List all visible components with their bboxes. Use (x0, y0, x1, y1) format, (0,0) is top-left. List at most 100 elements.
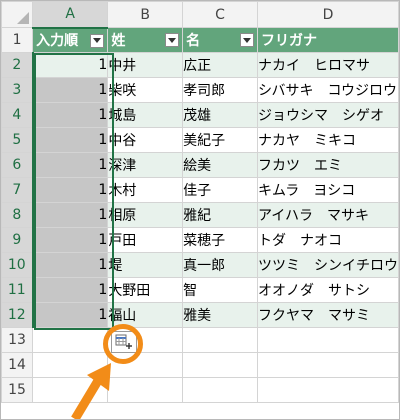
empty-cell[interactable] (182, 352, 258, 378)
row-header-7[interactable]: 7 (1, 177, 34, 203)
cell-order[interactable]: 1 (32, 77, 109, 103)
circle-highlight (103, 324, 143, 364)
cell-first-name[interactable]: 真一郎 (182, 252, 258, 278)
cell-furigana[interactable]: ナカイ ヒロマサ (256, 52, 399, 78)
row-header-15[interactable]: 15 (1, 377, 34, 403)
cell-first-name[interactable]: 雅紀 (182, 202, 258, 228)
cell-furigana[interactable]: ツツミ シンイチロウ (256, 252, 399, 278)
row-header-4[interactable]: 4 (1, 102, 34, 128)
table-header-last-name[interactable]: 姓 (107, 27, 184, 53)
table-header-first-name-label: 名 (186, 33, 201, 49)
row-header-3[interactable]: 3 (1, 77, 34, 103)
cell-last-name[interactable]: 中井 (107, 52, 184, 78)
cell-last-name[interactable]: 堤 (107, 252, 184, 278)
filter-dropdown-icon[interactable] (165, 33, 180, 47)
cell-furigana[interactable]: ジョウシマ シゲオ (256, 102, 399, 128)
cell-first-name[interactable]: 孝司郎 (182, 77, 258, 103)
empty-row: 14 (1, 352, 399, 378)
table-row: 12 1 福山 雅美 フクヤマ マサミ (1, 302, 399, 328)
cell-last-name[interactable]: 相原 (107, 202, 184, 228)
cell-order[interactable]: 1 (32, 202, 109, 228)
table-row: 5 1 中谷 美紀子 ナカヤ ミキコ (1, 127, 399, 153)
cell-first-name[interactable]: 広正 (182, 52, 258, 78)
cell-order[interactable]: 1 (32, 127, 109, 153)
cell-furigana[interactable]: フクヤマ マサミ (256, 302, 399, 328)
empty-cell[interactable] (32, 327, 109, 353)
cell-furigana[interactable]: トダ ナオコ (256, 227, 399, 253)
cell-last-name[interactable]: 柴咲 (107, 77, 184, 103)
filter-dropdown-icon[interactable] (90, 33, 105, 48)
cell-furigana[interactable]: ナカヤ ミキコ (256, 127, 399, 153)
empty-cell[interactable] (256, 377, 399, 403)
row-header-9[interactable]: 9 (1, 227, 34, 253)
cell-last-name[interactable]: 戸田 (107, 227, 184, 253)
table-row: 8 1 相原 雅紀 アイハラ マサキ (1, 202, 399, 228)
cell-first-name[interactable]: 雅美 (182, 302, 258, 328)
cell-last-name[interactable]: 大野田 (107, 277, 184, 303)
table-row: 4 1 城島 茂雄 ジョウシマ シゲオ (1, 102, 399, 128)
cell-first-name[interactable]: 佳子 (182, 177, 258, 203)
cell-first-name[interactable]: 美紀子 (182, 127, 258, 153)
cell-first-name[interactable]: 絵美 (182, 152, 258, 178)
cell-first-name[interactable]: 菜穂子 (182, 227, 258, 253)
row-header-1[interactable]: 1 (1, 27, 34, 53)
table-header-furigana-label: フリガナ (260, 33, 317, 49)
cell-order[interactable]: 1 (32, 177, 109, 203)
cell-furigana[interactable]: シバサキ コウジロウ (256, 77, 399, 103)
table-row: 9 1 戸田 菜穂子 トダ ナオコ (1, 227, 399, 253)
cell-order[interactable]: 1 (32, 302, 109, 328)
cell-order[interactable]: 1 (32, 277, 109, 303)
empty-cell[interactable] (256, 327, 399, 353)
table-header-order[interactable]: 入力順 (32, 27, 109, 53)
cell-last-name[interactable]: 深津 (107, 152, 184, 178)
spreadsheet-grid: A B C D 1 入力順 姓 名 フリガナ 2 1 中井 広正 ナカイ ヒロマ… (1, 1, 399, 403)
cell-last-name[interactable]: 中谷 (107, 127, 184, 153)
column-header-d[interactable]: D (256, 1, 399, 28)
filter-dropdown-icon[interactable] (239, 33, 254, 47)
column-header-a[interactable]: A (32, 1, 109, 29)
empty-row: 15 (1, 377, 399, 403)
cell-order[interactable]: 1 (32, 102, 109, 128)
table-row: 10 1 堤 真一郎 ツツミ シンイチロウ (1, 252, 399, 278)
cell-furigana[interactable]: オオノダ サトシ (256, 277, 399, 303)
table-row: 6 1 深津 絵美 フカツ エミ (1, 152, 399, 178)
table-row: 3 1 柴咲 孝司郎 シバサキ コウジロウ (1, 77, 399, 103)
row-header-13[interactable]: 13 (1, 327, 34, 353)
column-header-row: A B C D (1, 1, 399, 29)
cell-last-name[interactable]: 城島 (107, 102, 184, 128)
cell-first-name[interactable]: 茂雄 (182, 102, 258, 128)
cell-order[interactable]: 1 (32, 252, 109, 278)
empty-cell[interactable] (182, 377, 258, 403)
cell-furigana[interactable]: アイハラ マサキ (256, 202, 399, 228)
table-header-row: 1 入力順 姓 名 フリガナ (1, 27, 399, 53)
cell-order[interactable]: 1 (32, 52, 109, 78)
cell-order[interactable]: 1 (32, 227, 109, 253)
arrow-pointer-icon (71, 363, 111, 419)
cell-last-name[interactable]: 木村 (107, 177, 184, 203)
select-all-corner[interactable] (1, 1, 34, 28)
row-header-6[interactable]: 6 (1, 152, 34, 178)
table-header-furigana[interactable]: フリガナ (256, 27, 399, 53)
table-header-first-name[interactable]: 名 (182, 27, 258, 53)
table-row: 11 1 大野田 智 オオノダ サトシ (1, 277, 399, 303)
cell-furigana[interactable]: フカツ エミ (256, 152, 399, 178)
cell-furigana[interactable]: キムラ ヨシコ (256, 177, 399, 203)
row-header-2[interactable]: 2 (1, 52, 34, 78)
table-header-last-name-label: 姓 (111, 33, 126, 49)
column-header-b[interactable]: B (107, 1, 184, 28)
row-header-12[interactable]: 12 (1, 302, 34, 328)
column-header-c[interactable]: C (182, 1, 258, 28)
empty-cell[interactable] (182, 327, 258, 353)
row-header-11[interactable]: 11 (1, 277, 34, 303)
table-row: 7 1 木村 佳子 キムラ ヨシコ (1, 177, 399, 203)
row-header-8[interactable]: 8 (1, 202, 34, 228)
table-header-order-label: 入力順 (36, 33, 79, 50)
row-header-14[interactable]: 14 (1, 352, 34, 378)
cell-first-name[interactable]: 智 (182, 277, 258, 303)
empty-cell[interactable] (256, 352, 399, 378)
empty-cell[interactable] (107, 377, 184, 403)
row-header-5[interactable]: 5 (1, 127, 34, 153)
row-header-10[interactable]: 10 (1, 252, 34, 278)
cell-order[interactable]: 1 (32, 152, 109, 178)
empty-row: 13 (1, 327, 399, 353)
